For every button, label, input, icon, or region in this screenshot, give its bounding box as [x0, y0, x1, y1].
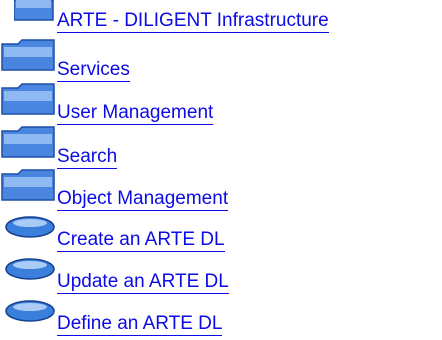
tree-item-label[interactable]: Create an ARTE DL: [57, 229, 225, 252]
tree-item-user-management[interactable]: User Management: [0, 78, 442, 125]
tree-item-update-an-arte-dl[interactable]: Update an ARTE DL: [0, 254, 442, 296]
navigation-tree: ARTE - DILIGENT Infrastructure Services …: [0, 0, 442, 340]
tree-item-object-management[interactable]: Object Management: [0, 164, 442, 211]
leaf-bullet-icon: [4, 257, 56, 281]
leaf-bullet-icon: [4, 215, 56, 239]
tree-item-define-an-arte-dl[interactable]: Define an ARTE DL: [0, 296, 442, 338]
tree-item-label[interactable]: Object Management: [57, 188, 229, 211]
folder-icon: [14, 0, 54, 22]
tree-item-label[interactable]: Update an ARTE DL: [57, 271, 229, 294]
tree-item-search[interactable]: Search: [0, 121, 442, 169]
folder-icon: [0, 82, 56, 116]
folder-icon: [0, 125, 56, 159]
folder-icon: [0, 38, 56, 72]
tree-item-label[interactable]: Define an ARTE DL: [57, 313, 223, 336]
tree-item-services[interactable]: Services: [0, 34, 442, 82]
tree-item-label[interactable]: ARTE - DILIGENT Infrastructure: [57, 10, 329, 33]
tree-item-create-an-arte-dl[interactable]: Create an ARTE DL: [0, 212, 442, 254]
folder-icon: [0, 168, 56, 202]
leaf-bullet-icon: [4, 299, 56, 323]
